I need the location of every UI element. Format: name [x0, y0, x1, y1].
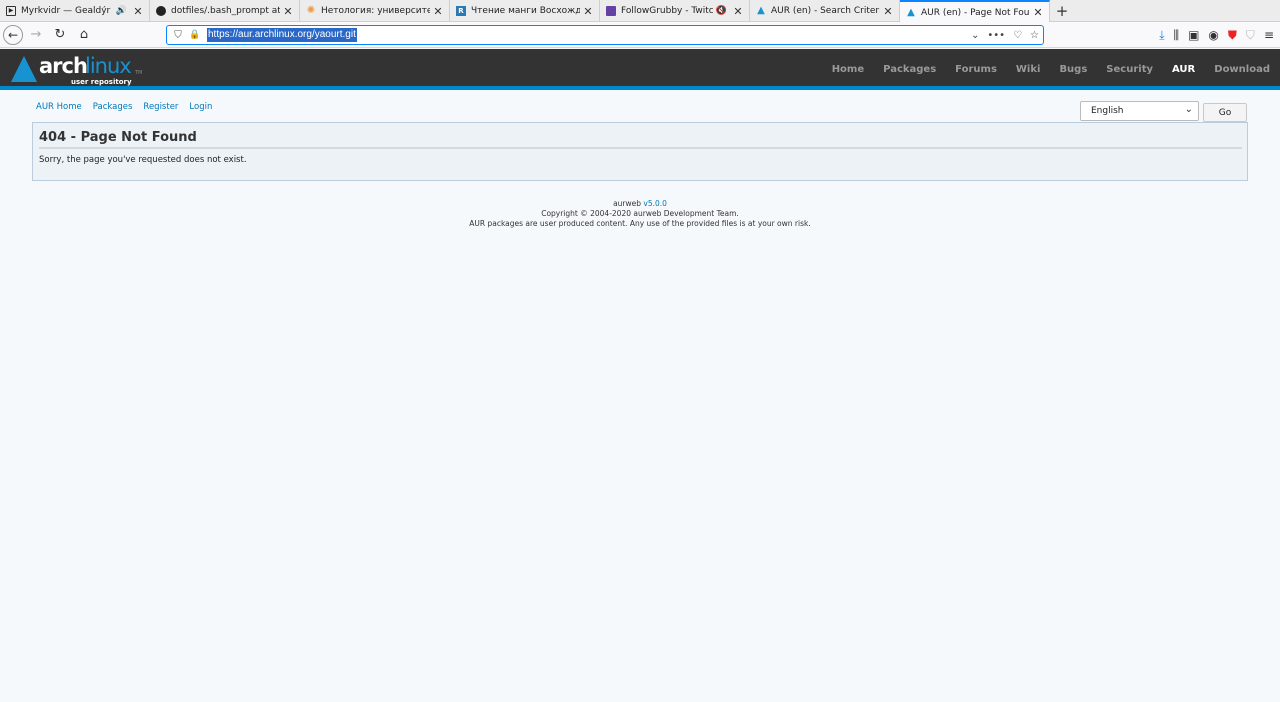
speaker-icon[interactable]: 🔊 — [116, 6, 127, 16]
browser-tab[interactable]: R Чтение манги Восхожден ✕ — [450, 0, 600, 22]
language-selected: English — [1091, 106, 1124, 116]
subnav-register[interactable]: Register — [143, 102, 178, 112]
browser-tab[interactable]: ▲ AUR (en) - Search Criteria: y ✕ — [750, 0, 900, 22]
url-text[interactable]: https://aur.archlinux.org/yaourt.git — [207, 28, 357, 42]
sidebar-icon[interactable]: ▣ — [1188, 28, 1199, 42]
page-title: 404 - Page Not Found — [39, 130, 1242, 149]
close-icon[interactable]: ✕ — [133, 5, 143, 18]
extension-icon[interactable]: ⛉ — [1246, 28, 1255, 43]
close-icon[interactable]: ✕ — [1033, 6, 1043, 19]
tab-strip: ▶ Myrkvidr — Gealdýr 🔊 ✕ dotfiles/.bash_… — [0, 0, 1280, 23]
subnav-login[interactable]: Login — [189, 102, 212, 112]
tab-title: AUR (en) - Search Criteria: y — [771, 6, 880, 16]
language-select[interactable]: English ⌄ — [1080, 101, 1199, 121]
footer-version-link[interactable]: v5.0.0 — [643, 199, 667, 208]
library-icon[interactable]: ⫼ — [1174, 28, 1180, 43]
logo-subtitle: user repository — [71, 78, 132, 86]
footer-aurweb: aurweb — [613, 199, 642, 208]
download-icon[interactable]: ⤓ — [1159, 28, 1164, 43]
archlinux-logo[interactable]: arch linux TM user repository — [11, 54, 143, 86]
menu-aur[interactable]: AUR — [1172, 64, 1195, 75]
tab-title: FollowGrubby - Twitch — [621, 6, 713, 16]
forward-button[interactable]: → — [25, 24, 47, 46]
menu-security[interactable]: Security — [1106, 64, 1153, 75]
close-icon[interactable]: ✕ — [583, 5, 593, 18]
account-icon[interactable]: ◉ — [1208, 28, 1218, 42]
footer-disclaimer: AUR packages are user produced content. … — [469, 219, 811, 228]
netology-icon: ✺ — [306, 5, 316, 16]
muted-speaker-icon[interactable]: 🔇 — [716, 6, 727, 16]
github-icon — [156, 6, 166, 16]
bookmark-star-icon[interactable]: ☆ — [1030, 30, 1039, 41]
ublock-icon[interactable]: ⛊ — [1228, 28, 1237, 43]
lock-icon[interactable]: 🔒 — [187, 30, 203, 40]
browser-tab[interactable]: ▶ Myrkvidr — Gealdýr 🔊 ✕ — [0, 0, 150, 22]
tab-title: Нетология: университет и — [321, 6, 430, 16]
arch-icon: ▲ — [757, 5, 765, 16]
go-button[interactable]: Go — [1203, 103, 1247, 122]
aur-subnav: AUR Home Packages Register Login — [36, 102, 212, 112]
browser-tab[interactable]: FollowGrubby - Twitch 🔇 ✕ — [600, 0, 750, 22]
page-actions-icon[interactable]: ••• — [987, 30, 1005, 41]
logo-linux-text: linux — [85, 54, 132, 78]
pocket-icon[interactable]: ♡ — [1013, 30, 1022, 41]
error-box: 404 - Page Not Found Sorry, the page you… — [32, 122, 1248, 181]
menu-download[interactable]: Download — [1214, 64, 1270, 75]
tab-title: AUR (en) - Page Not Found — [921, 7, 1030, 18]
chevron-down-icon: ⌄ — [1184, 104, 1193, 115]
menu-bugs[interactable]: Bugs — [1059, 64, 1087, 75]
browser-tab[interactable]: dotfiles/.bash_prompt at m ✕ — [150, 0, 300, 22]
hamburger-menu-icon[interactable]: ≡ — [1264, 28, 1274, 42]
home-button[interactable]: ⌂ — [73, 24, 95, 46]
menu-home[interactable]: Home — [832, 64, 864, 75]
tab-title: dotfiles/.bash_prompt at m — [171, 6, 280, 16]
close-icon[interactable]: ✕ — [733, 5, 743, 18]
tab-title: Myrkvidr — Gealdýr — [21, 6, 111, 16]
subnav-packages[interactable]: Packages — [93, 102, 133, 112]
url-bar[interactable]: ⛉ 🔒 https://aur.archlinux.org/yaourt.git… — [166, 25, 1044, 45]
browser-tab[interactable]: ✺ Нетология: университет и ✕ — [300, 0, 450, 22]
tracking-shield-icon[interactable]: ⛉ — [169, 30, 187, 41]
menu-forums[interactable]: Forums — [955, 64, 997, 75]
arch-logo-icon — [11, 56, 37, 82]
footer-version-line: aurweb v5.0.0 — [0, 199, 1280, 209]
close-icon[interactable]: ✕ — [283, 5, 293, 18]
chevron-down-icon[interactable]: ⌄ — [971, 30, 979, 41]
footer-copyright: Copyright © 2004-2020 aurweb Development… — [541, 209, 739, 218]
main-menu: Home Packages Forums Wiki Bugs Security … — [813, 49, 1270, 90]
twitch-icon — [606, 6, 616, 16]
arch-icon: ▲ — [907, 6, 915, 18]
play-icon: ▶ — [6, 6, 16, 16]
footer: aurweb v5.0.0 Copyright © 2004-2020 aurw… — [0, 199, 1280, 229]
menu-packages[interactable]: Packages — [883, 64, 936, 75]
nav-toolbar: ← → ↻ ⌂ ⛉ 🔒 https://aur.archlinux.org/ya… — [0, 22, 1280, 48]
tab-title: Чтение манги Восхожден — [471, 6, 580, 16]
close-icon[interactable]: ✕ — [883, 5, 893, 18]
reload-button[interactable]: ↻ — [49, 24, 71, 46]
close-icon[interactable]: ✕ — [433, 5, 443, 18]
logo-tm-text: TM — [135, 70, 143, 76]
back-button[interactable]: ← — [3, 24, 23, 45]
browser-tab-active[interactable]: ▲ AUR (en) - Page Not Found ✕ — [900, 0, 1050, 23]
readmanga-icon: R — [456, 6, 466, 16]
site-header: arch linux TM user repository Home Packa… — [0, 49, 1280, 90]
menu-wiki[interactable]: Wiki — [1016, 64, 1041, 75]
new-tab-button[interactable]: + — [1050, 0, 1074, 21]
logo-arch-text: arch — [39, 54, 88, 78]
error-message: Sorry, the page you've requested does no… — [39, 155, 247, 165]
subnav-aur-home[interactable]: AUR Home — [36, 102, 82, 112]
